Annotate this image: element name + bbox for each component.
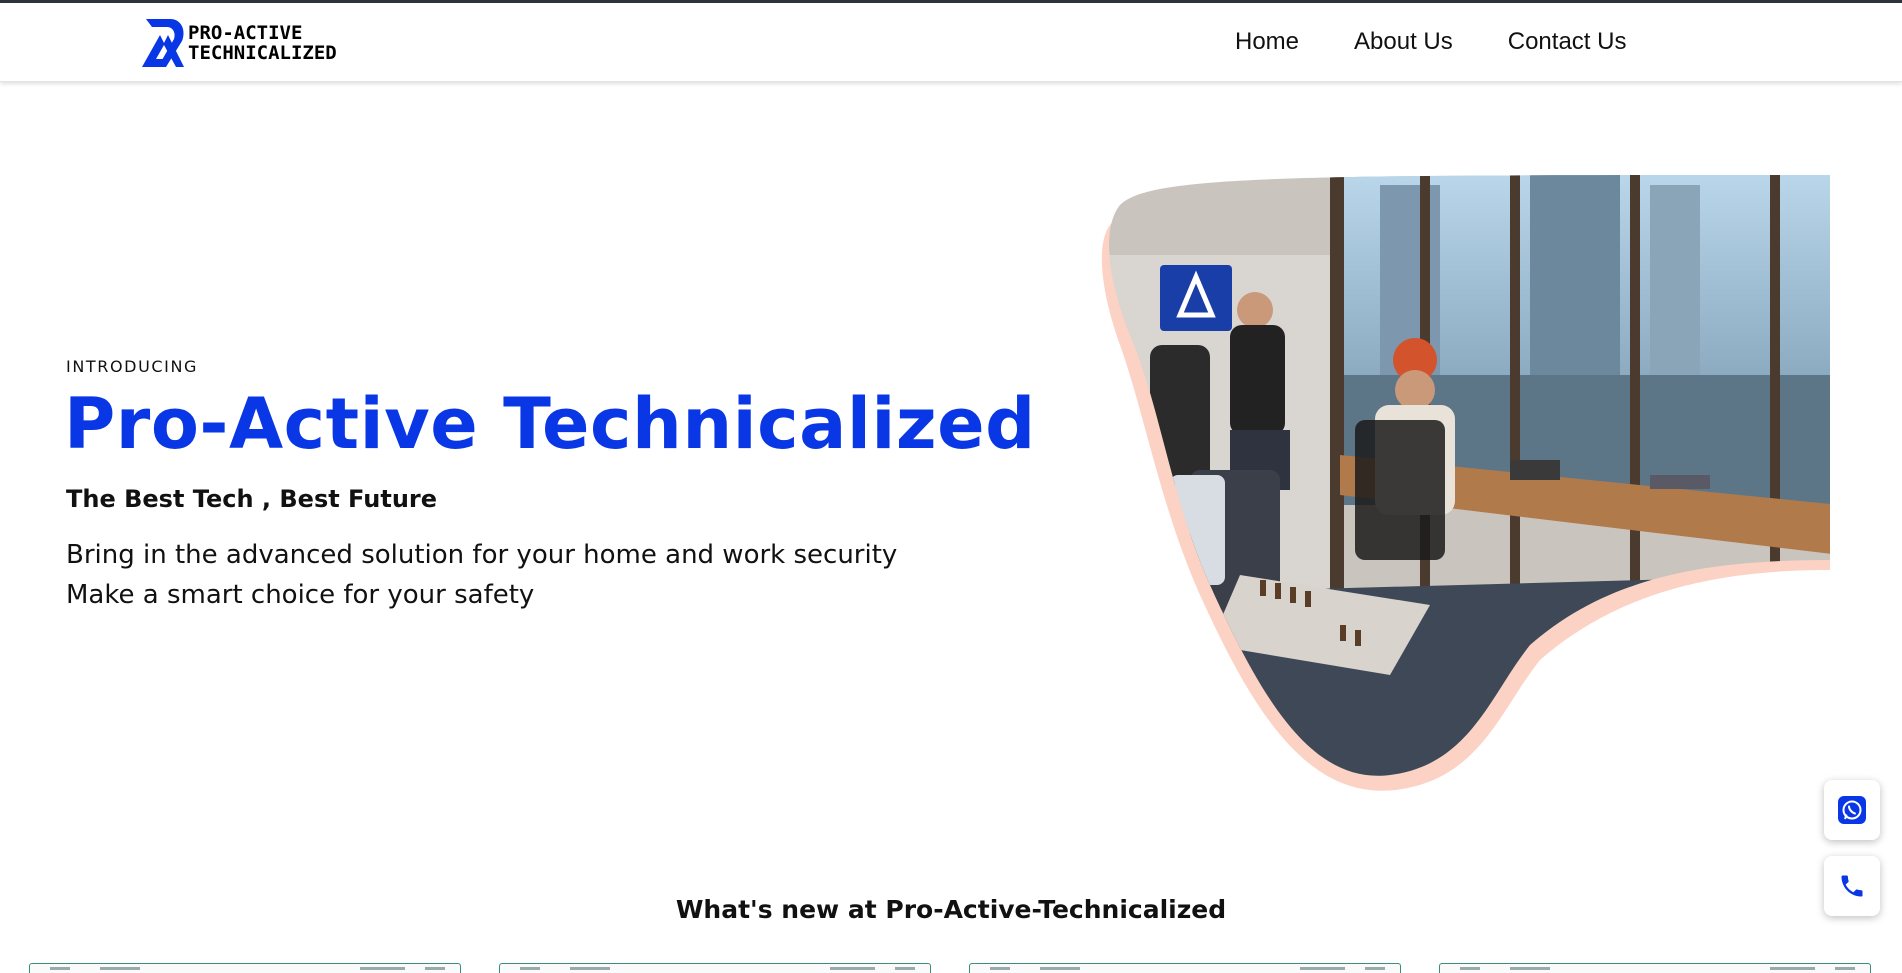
hero-description-line-1: Bring in the advanced solution for your … xyxy=(66,540,898,570)
hero-description-line-2: Make a smart choice for your safety xyxy=(66,580,535,610)
news-card[interactable] xyxy=(969,963,1401,973)
logo-line-2: TECHNICALIZED xyxy=(188,42,337,64)
hero-eyebrow: INTRODUCING xyxy=(66,357,199,376)
hero-office-image xyxy=(1101,175,1830,791)
main-nav: Home About Us Contact Us xyxy=(1235,28,1681,56)
whatsapp-button[interactable] xyxy=(1824,780,1880,840)
news-card[interactable] xyxy=(29,963,461,973)
news-card-list xyxy=(29,963,1902,973)
logo-line-1: PRO-ACTIVE xyxy=(188,22,303,44)
whatsapp-icon xyxy=(1838,796,1866,824)
logo-wordmark: PRO-ACTIVE TECHNICALIZED xyxy=(188,23,337,63)
hero-title: Pro-Active Technicalized xyxy=(64,383,1036,465)
nav-about-link[interactable]: About Us xyxy=(1354,28,1453,56)
logo-mark-icon xyxy=(142,19,184,67)
hero-tagline: The Best Tech , Best Future xyxy=(66,485,438,513)
news-section-heading: What's new at Pro-Active-Technicalized xyxy=(675,895,1227,924)
nav-contact-link[interactable]: Contact Us xyxy=(1508,28,1627,56)
site-logo[interactable]: PRO-ACTIVE TECHNICALIZED xyxy=(140,17,337,69)
nav-home-link[interactable]: Home xyxy=(1235,28,1299,56)
hero-description: Bring in the advanced solution for your … xyxy=(66,535,897,615)
news-card[interactable] xyxy=(499,963,931,973)
news-card[interactable] xyxy=(1439,963,1871,973)
site-header: PRO-ACTIVE TECHNICALIZED Home About Us C… xyxy=(0,3,1902,82)
